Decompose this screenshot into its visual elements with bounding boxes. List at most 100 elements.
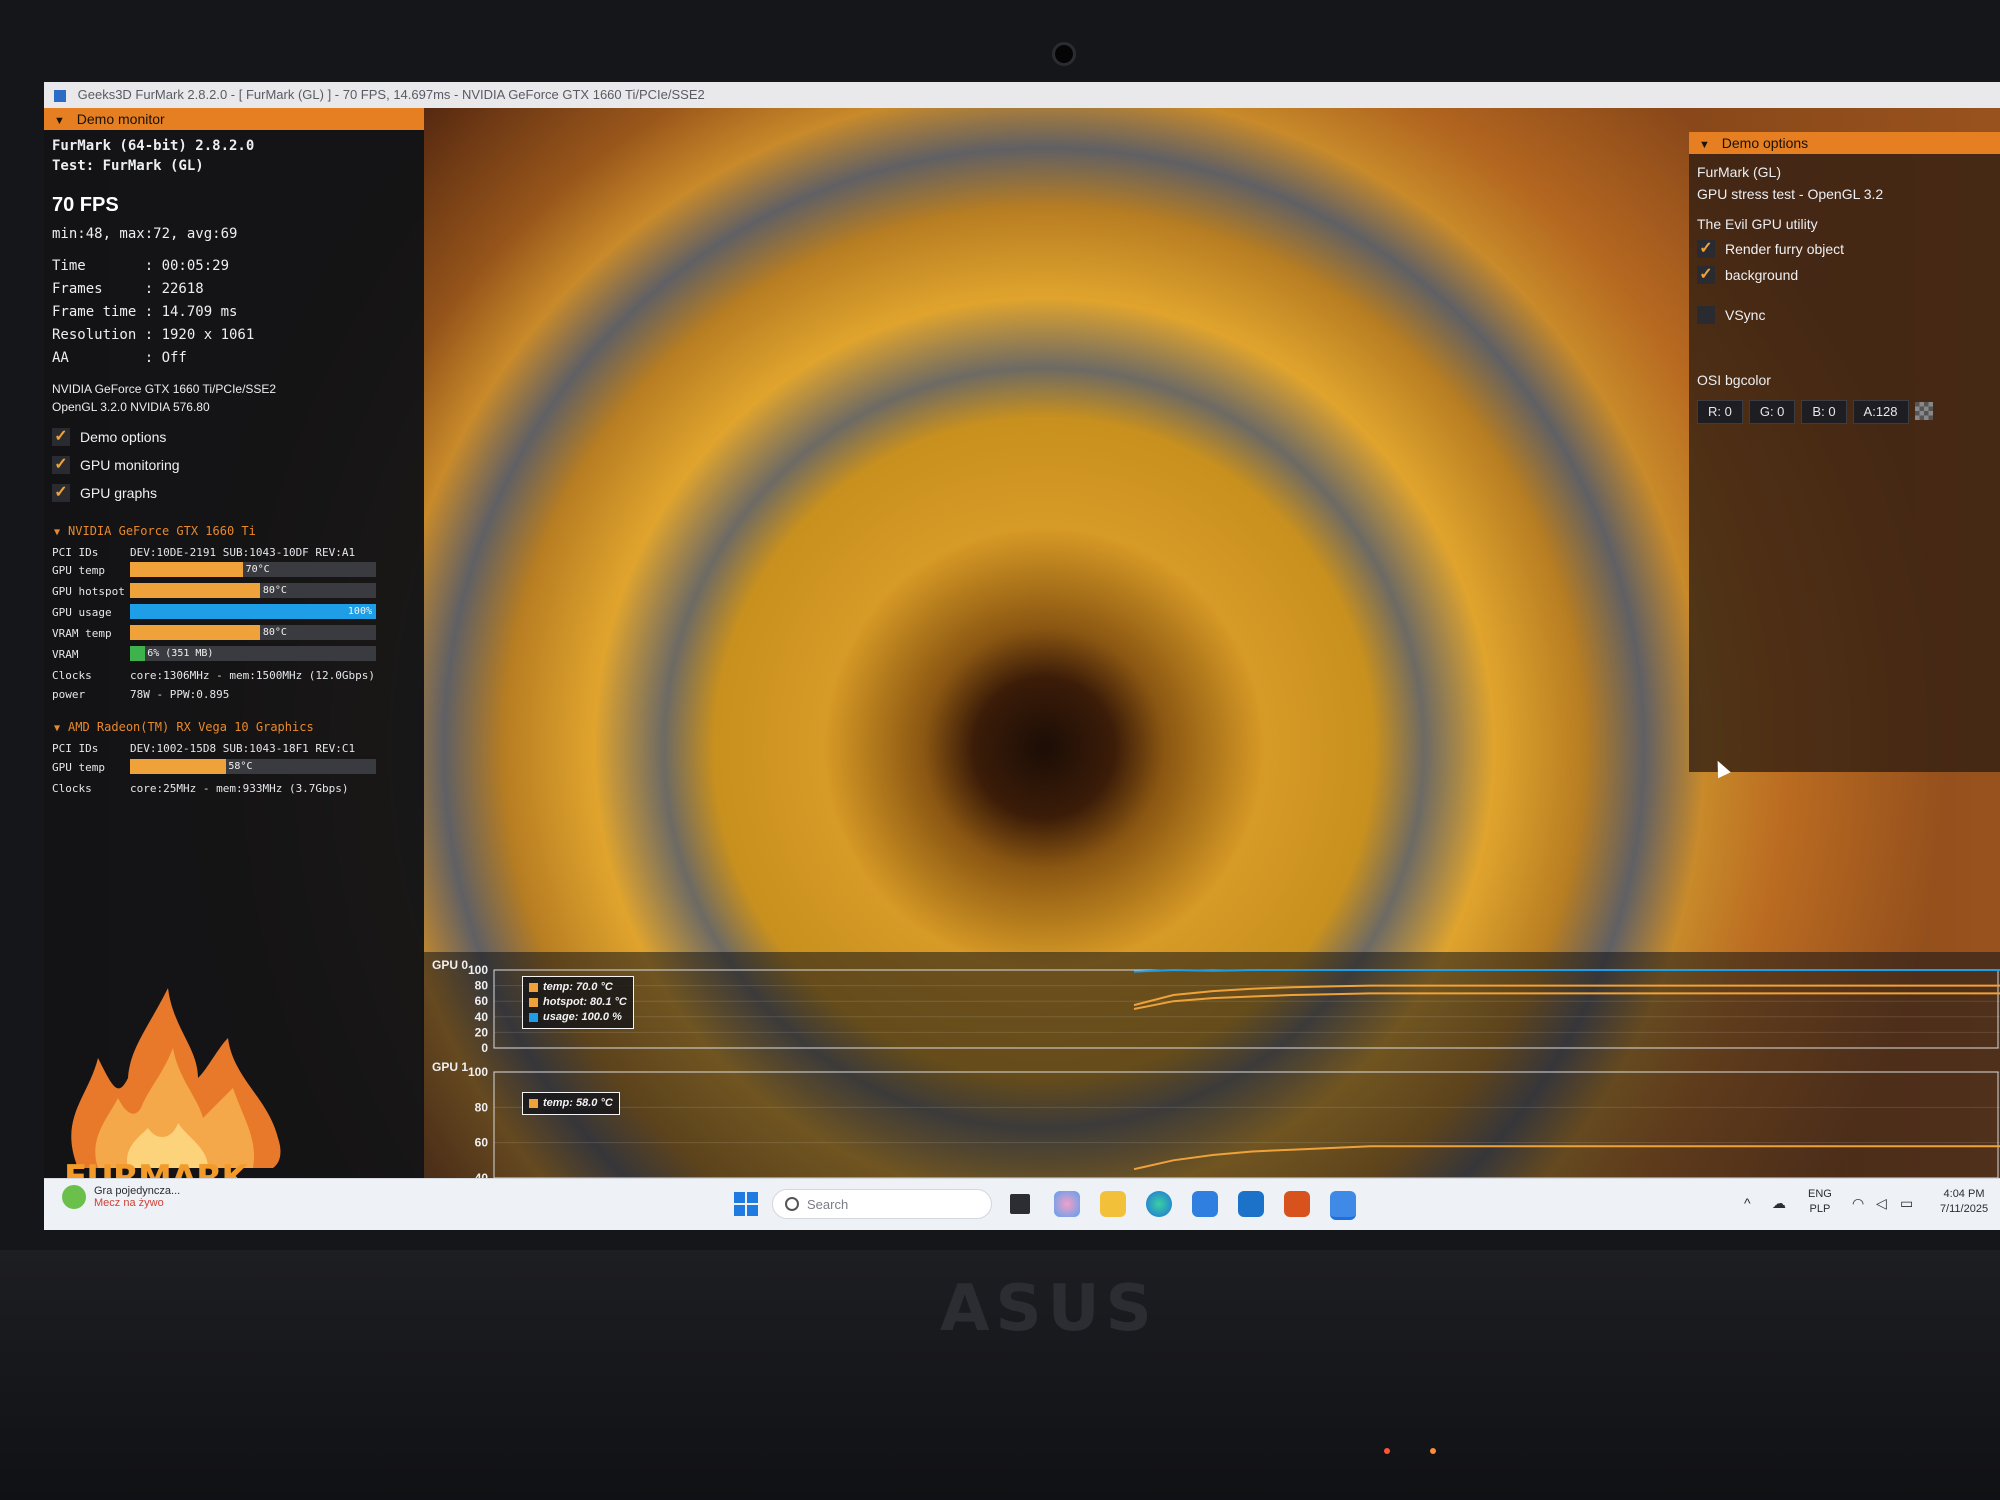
stat-resolution: Resolution : 1920 x 1061 <box>52 327 255 343</box>
checkbox-label: GPU monitoring <box>80 457 180 473</box>
checkbox-gpu-graphs[interactable]: ✓ GPU graphs <box>52 484 157 502</box>
bgcolor-g-field[interactable]: G: 0 <box>1748 400 1796 424</box>
news-widget[interactable]: Gra pojedyncza... Mecz na żywo <box>62 1185 180 1209</box>
gpu0-vram-label: VRAM <box>52 648 79 661</box>
color-swatch[interactable] <box>1914 402 1933 420</box>
stat-time: Time : 00:05:29 <box>52 258 230 274</box>
outlook-icon[interactable] <box>1238 1191 1264 1217</box>
demo-monitor-panel: ▼ Demo monitor FurMark (64-bit) 2.8.2.0 … <box>44 108 424 1198</box>
bgcolor-b-field[interactable]: B: 0 <box>1801 400 1847 424</box>
gpu0-power-label: power <box>52 688 86 701</box>
window-titlebar[interactable]: Geeks3D FurMark 2.8.2.0 - [ FurMark (GL)… <box>44 82 2000 108</box>
language-code: ENG <box>1808 1188 1832 1200</box>
gpu1-title: AMD Radeon(TM) RX Vega 10 Graphics <box>68 720 314 734</box>
gpu0-usage-label: GPU usage <box>52 606 112 619</box>
legend-entry: usage: 100.0 % <box>529 1010 627 1025</box>
check-icon: ✓ <box>52 428 70 446</box>
copilot-icon[interactable] <box>1054 1191 1080 1217</box>
checkbox-label: Render furry object <box>1725 241 1845 257</box>
gpu1-clocks-label: Clocks <box>52 782 92 795</box>
stat-aa: AA : Off <box>52 350 187 366</box>
gpu1-pci-label: PCI IDs <box>52 742 99 755</box>
furmark-flame-logo <box>71 988 281 1168</box>
furmark-taskbar-icon[interactable] <box>1284 1191 1310 1217</box>
webcam <box>1052 42 1076 66</box>
bar-fill <box>130 646 145 661</box>
search-placeholder: Search <box>807 1196 849 1212</box>
collapse-triangle-icon: ▼ <box>54 527 61 538</box>
legend-swatch <box>529 1013 538 1022</box>
start-button[interactable] <box>734 1192 758 1216</box>
graph-frame <box>493 1071 1999 1178</box>
keyboard-layout: PLP <box>1809 1203 1831 1215</box>
bar-value: 6% (351 MB) <box>147 648 214 659</box>
microsoft-store-icon[interactable] <box>1192 1191 1218 1217</box>
demo-options-title: Demo options <box>1721 135 1809 151</box>
fps-readout: 70 FPS <box>52 194 119 216</box>
status-led <box>1430 1448 1436 1454</box>
checkbox-label: VSync <box>1725 307 1766 323</box>
clock[interactable]: 4:04 PM 7/11/2025 <box>1932 1187 1996 1217</box>
onedrive-icon[interactable]: ☁ <box>1772 1195 1786 1212</box>
active-window-icon[interactable] <box>1330 1191 1356 1220</box>
gpu0-temp-label: GPU temp <box>52 564 105 577</box>
taskbar-search[interactable]: Search <box>772 1189 992 1219</box>
gpu0-pci-value: DEV:10DE-2191 SUB:1043-10DF REV:A1 <box>130 546 356 559</box>
bar-value: 100% <box>347 606 372 617</box>
checkbox-vsync[interactable]: VSync <box>1697 306 1765 324</box>
bar-value: 80°C <box>262 627 287 638</box>
gpu-graphs-panel: 100 80 60 40 20 0 100 80 60 40 GPU 0 GPU 1 temp: … <box>422 952 2000 1178</box>
demo-monitor-title: Demo monitor <box>76 111 165 127</box>
widget-subtitle: Mecz na żywo <box>94 1197 164 1209</box>
demo-monitor-header[interactable]: ▼ Demo monitor <box>44 108 424 130</box>
laptop-brand: ASUS <box>940 1272 1158 1346</box>
gpu-graphs-canvas: 100806040200100806040 <box>468 963 2000 1178</box>
wifi-icon[interactable]: ◠ <box>1852 1195 1864 1212</box>
gpu0-clocks-label: Clocks <box>52 669 92 682</box>
bar-value: 80°C <box>262 585 287 596</box>
gpu0-temp-bar: 70°C <box>130 562 376 577</box>
edge-browser-icon[interactable] <box>1146 1191 1172 1217</box>
legend-text: usage: 100.0 % <box>543 1011 622 1023</box>
bar-value: 58°C <box>228 761 253 772</box>
gpu0-usage-bar: 100% <box>130 604 376 619</box>
gpu1-pci-value: DEV:1002-15D8 SUB:1043-18F1 REV:C1 <box>130 742 356 755</box>
checkbox-gpu-monitoring[interactable]: ✓ GPU monitoring <box>52 456 180 474</box>
volume-icon[interactable]: ◁ <box>1876 1195 1887 1212</box>
chevron-up-icon[interactable]: ^ <box>1744 1195 1751 1211</box>
stat-frames: Frames : 22618 <box>52 281 204 297</box>
sports-widget-icon <box>62 1185 86 1209</box>
check-icon: ✓ <box>1697 266 1715 284</box>
battery-icon[interactable]: ▭ <box>1900 1195 1913 1212</box>
status-led <box>1384 1448 1390 1454</box>
legend-swatch <box>529 983 538 992</box>
clock-date: 7/11/2025 <box>1939 1203 1989 1215</box>
gpu0-vram-temp-label: VRAM temp <box>52 627 112 640</box>
task-view-icon[interactable] <box>1010 1194 1030 1214</box>
checkbox-render-furry-object[interactable]: ✓ Render furry object <box>1697 240 1844 258</box>
graph-series-usage <box>1133 968 2000 973</box>
app-version: FurMark (64-bit) 2.8.2.0 <box>52 138 255 154</box>
legend-entry: hotspot: 80.1 °C <box>529 995 627 1010</box>
checkbox-background[interactable]: ✓ background <box>1697 266 1798 284</box>
graph-tick-label: 40 <box>475 1010 489 1024</box>
file-explorer-icon[interactable] <box>1100 1191 1126 1217</box>
check-icon: ✓ <box>1697 240 1715 258</box>
demo-description: GPU stress test - OpenGL 3.2 <box>1697 186 1884 202</box>
graph-tick-label: 100 <box>468 963 488 977</box>
bgcolor-a-field[interactable]: A:128 <box>1852 400 1909 424</box>
gpu0-section-header[interactable]: ▼ NVIDIA GeForce GTX 1660 Ti <box>54 524 256 538</box>
options-section-title: The Evil GPU utility <box>1697 216 1818 232</box>
graph-tick-label: 60 <box>475 1136 489 1150</box>
checkbox-demo-options[interactable]: ✓ Demo options <box>52 428 166 446</box>
windows-logo-tile <box>747 1205 758 1216</box>
graph-tick-label: 80 <box>475 979 489 993</box>
gpu1-section-header[interactable]: ▼ AMD Radeon(TM) RX Vega 10 Graphics <box>54 720 314 734</box>
test-name: Test: FurMark (GL) <box>52 158 204 174</box>
bgcolor-r-field[interactable]: R: 0 <box>1697 400 1743 424</box>
gpu0-hotspot-label: GPU hotspot <box>52 585 125 598</box>
input-language[interactable]: ENG PLP <box>1808 1187 1832 1217</box>
gpu1-temp-label: GPU temp <box>52 761 105 774</box>
demo-options-header[interactable]: ▼ Demo options <box>1689 132 2000 154</box>
demo-options-panel: ▼ Demo options FurMark (GL) GPU stress t… <box>1689 132 2000 772</box>
